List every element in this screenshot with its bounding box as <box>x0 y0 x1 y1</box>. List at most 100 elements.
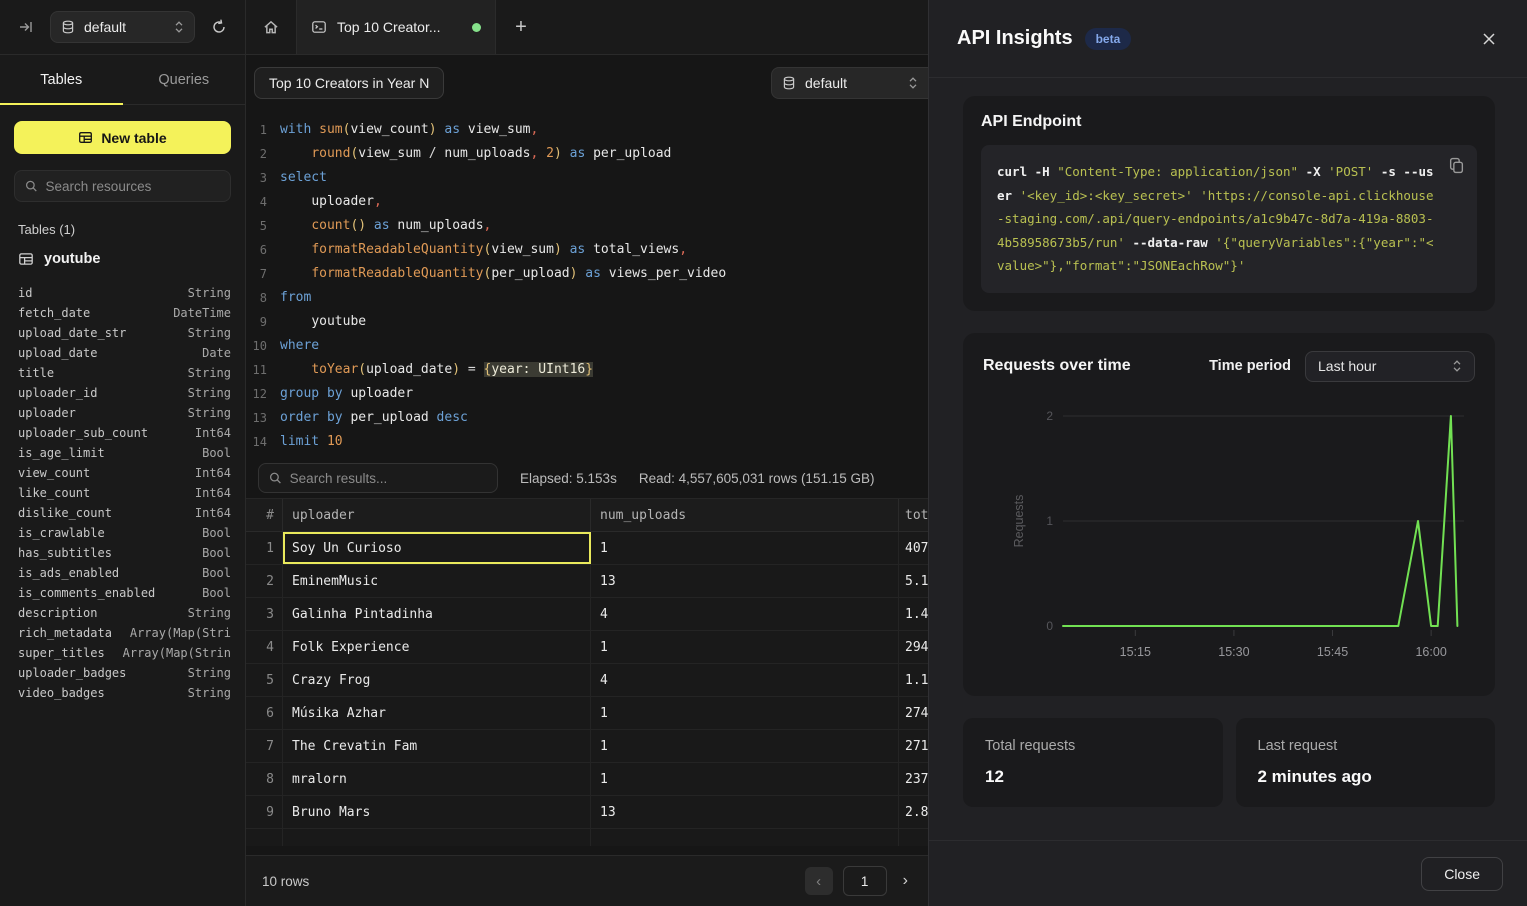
code-token: sum <box>319 122 342 137</box>
schema-column[interactable]: idString <box>18 283 231 303</box>
code-text: formatReadableQuantity(view_sum) as tota… <box>280 238 687 262</box>
sidebar-tab-tables[interactable]: Tables <box>0 55 123 104</box>
code-line: 8from <box>246 286 928 310</box>
schema-column[interactable]: uploader_sub_countInt64 <box>18 423 231 443</box>
collapse-sidebar-button[interactable] <box>14 15 38 39</box>
cell-num-uploads[interactable]: 1 <box>591 730 899 762</box>
code-token: view_count <box>350 122 428 137</box>
table-row[interactable]: 5Crazy Frog41.1 <box>246 664 928 697</box>
cell-total[interactable]: 2.8 <box>899 796 928 828</box>
cell-num-uploads[interactable]: 1 <box>591 532 899 564</box>
cell-uploader[interactable]: Bruno Mars <box>283 796 591 828</box>
resource-search[interactable] <box>14 170 231 202</box>
new-table-button[interactable]: New table <box>14 121 231 154</box>
search-icon <box>269 471 282 485</box>
cell-uploader[interactable]: The Crevatin Fam <box>283 730 591 762</box>
cell-uploader[interactable]: Crazy Frog <box>283 664 591 696</box>
close-panel-button[interactable] <box>1481 31 1497 47</box>
cell-num-uploads[interactable]: 13 <box>591 565 899 597</box>
schema-column[interactable]: uploaderString <box>18 403 231 423</box>
cell-total[interactable]: 274 <box>899 697 928 729</box>
table-row[interactable]: 7The Crevatin Fam1271 <box>246 730 928 763</box>
next-page-button[interactable]: › <box>897 872 914 890</box>
schema-column[interactable]: upload_dateDate <box>18 343 231 363</box>
time-period-select[interactable]: Last hour <box>1305 351 1475 382</box>
cell-total[interactable]: 294 <box>899 631 928 663</box>
schema-column[interactable]: video_badgesString <box>18 683 231 703</box>
cell-num-uploads[interactable]: 4 <box>591 598 899 630</box>
column-header-uploader[interactable]: uploader <box>283 499 591 531</box>
results-search[interactable] <box>258 463 498 493</box>
home-button[interactable] <box>246 0 296 54</box>
last-request-card: Last request 2 minutes ago <box>1236 718 1496 807</box>
cell-num-uploads[interactable]: 1 <box>591 697 899 729</box>
code-token: ) <box>554 242 562 257</box>
table-row[interactable]: 1Soy Un Curioso1407 <box>246 532 928 565</box>
home-icon <box>262 18 280 36</box>
table-row[interactable]: 2EminemMusic135.1 <box>246 565 928 598</box>
schema-column[interactable]: upload_date_strString <box>18 323 231 343</box>
schema-column[interactable]: is_crawlableBool <box>18 523 231 543</box>
results-search-input[interactable] <box>290 471 487 486</box>
cell-num-uploads[interactable]: 4 <box>591 664 899 696</box>
database-selector[interactable]: default <box>50 11 195 43</box>
table-entry-youtube[interactable]: youtube <box>14 251 231 267</box>
cell-num-uploads[interactable]: 1 <box>591 631 899 663</box>
schema-column[interactable]: descriptionString <box>18 603 231 623</box>
prev-page-button[interactable]: ‹ <box>805 867 833 895</box>
cell-num-uploads[interactable]: 13 <box>591 796 899 828</box>
editor-database-selector[interactable]: default <box>771 67 928 99</box>
table-row[interactable]: 8mralorn1237 <box>246 763 928 796</box>
code-token: toYear <box>311 362 358 377</box>
table-row[interactable]: 3Galinha Pintadinha41.4 <box>246 598 928 631</box>
column-header-total[interactable]: tot <box>899 499 928 531</box>
new-tab-button[interactable]: + <box>496 0 546 54</box>
total-requests-card: Total requests 12 <box>963 718 1223 807</box>
current-page[interactable]: 1 <box>843 866 887 896</box>
query-title-field[interactable]: Top 10 Creators in Year N <box>254 67 444 99</box>
schema-column[interactable]: is_age_limitBool <box>18 443 231 463</box>
table-row[interactable]: 6Músika Azhar1274 <box>246 697 928 730</box>
cell-uploader[interactable]: EminemMusic <box>283 565 591 597</box>
schema-column[interactable]: fetch_dateDateTime <box>18 303 231 323</box>
refresh-button[interactable] <box>207 15 231 39</box>
cell-total[interactable]: 237 <box>899 763 928 795</box>
cell-total[interactable]: 271 <box>899 730 928 762</box>
schema-column[interactable]: super_titlesArray(Map(Strin <box>18 643 231 663</box>
schema-column[interactable]: is_comments_enabledBool <box>18 583 231 603</box>
schema-column[interactable]: like_countInt64 <box>18 483 231 503</box>
schema-column[interactable]: rich_metadataArray(Map(Stri <box>18 623 231 643</box>
panel-title: API Insights <box>957 27 1073 50</box>
schema-column[interactable]: has_subtitlesBool <box>18 543 231 563</box>
table-row[interactable]: 4Folk Experience1294 <box>246 631 928 664</box>
table-row[interactable]: 9Bruno Mars132.8 <box>246 796 928 829</box>
sidebar-tab-queries[interactable]: Queries <box>123 55 246 104</box>
cell-uploader[interactable]: Galinha Pintadinha <box>283 598 591 630</box>
tab-top-10-creators[interactable]: Top 10 Creator... <box>296 0 496 54</box>
cell-uploader[interactable]: Folk Experience <box>283 631 591 663</box>
cell-uploader[interactable]: Soy Un Curioso <box>283 532 591 564</box>
table-icon <box>18 251 34 267</box>
cell-uploader[interactable]: mralorn <box>283 763 591 795</box>
column-header-num-uploads[interactable]: num_uploads <box>591 499 899 531</box>
x-tick-label: 15:45 <box>1317 645 1348 659</box>
cell-total[interactable]: 5.1 <box>899 565 928 597</box>
close-button[interactable]: Close <box>1421 857 1503 891</box>
schema-column[interactable]: is_ads_enabledBool <box>18 563 231 583</box>
cell-total[interactable]: 407 <box>899 532 928 564</box>
cell-uploader[interactable]: Músika Azhar <box>283 697 591 729</box>
schema-column[interactable]: uploader_badgesString <box>18 663 231 683</box>
schema-column[interactable]: uploader_idString <box>18 383 231 403</box>
cell-num-uploads[interactable]: 1 <box>591 763 899 795</box>
schema-column[interactable]: view_countInt64 <box>18 463 231 483</box>
requests-chart: 01215:1515:3015:4516:00Requests <box>983 396 1476 681</box>
cell-total[interactable]: 1.1 <box>899 664 928 696</box>
cell-total[interactable]: 1.4 <box>899 598 928 630</box>
column-name: id <box>18 283 32 303</box>
column-header-index[interactable]: # <box>246 499 283 531</box>
resource-search-input[interactable] <box>46 179 220 194</box>
copy-button[interactable] <box>1448 157 1465 174</box>
schema-column[interactable]: titleString <box>18 363 231 383</box>
sql-editor[interactable]: 1with sum(view_count) as view_sum,2 roun… <box>246 110 928 458</box>
schema-column[interactable]: dislike_countInt64 <box>18 503 231 523</box>
